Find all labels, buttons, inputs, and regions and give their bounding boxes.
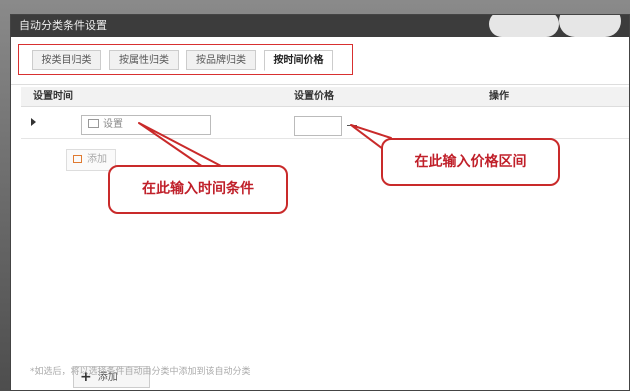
- header-set-time: 设置时间: [33, 91, 73, 102]
- time-callout-text: 在此输入时间条件: [142, 181, 254, 197]
- time-callout: 在此输入时间条件: [108, 165, 288, 214]
- dialog-titlebar: 自动分类条件设置: [11, 15, 629, 37]
- footnote: *如选后，将以选择条件自动由分类中添加到该自动分类: [30, 367, 251, 377]
- dialog-body: 按类目归类 按属性归类 按品牌归类 按时间价格 设置时间 设置价格 操作 设置 …: [11, 37, 629, 390]
- header-action: 操作: [489, 91, 509, 102]
- dialog-title: 自动分类条件设置: [19, 19, 107, 32]
- tab-by-brand[interactable]: 按品牌归类: [186, 50, 256, 70]
- set-time-label: 设置: [103, 119, 123, 130]
- tab-by-attribute[interactable]: 按属性归类: [109, 50, 179, 70]
- classification-settings-dialog: 自动分类条件设置 按类目归类 按属性归类 按品牌归类 按时间价格 设置时间 设置…: [10, 14, 630, 391]
- add-condition-button[interactable]: 添加: [66, 149, 116, 171]
- table-header: 设置时间 设置价格 操作: [21, 87, 629, 107]
- price-callout-text: 在此输入价格区间: [414, 154, 527, 170]
- blurred-control: [489, 15, 559, 37]
- set-time-button[interactable]: 设置: [81, 115, 211, 135]
- add-condition-icon: [73, 155, 82, 163]
- price-range-dash: [347, 125, 357, 126]
- add-condition-label: 添加: [87, 154, 107, 165]
- tab-bar: 按类目归类 按属性归类 按品牌归类 按时间价格: [11, 37, 629, 85]
- header-set-price: 设置价格: [294, 91, 334, 102]
- blurred-close-button[interactable]: [559, 15, 621, 37]
- tab-by-category[interactable]: 按类目归类: [32, 50, 101, 70]
- price-min-input[interactable]: [294, 116, 342, 136]
- tab-by-time-price[interactable]: 按时间价格: [264, 50, 333, 71]
- table-row: 设置: [21, 109, 629, 139]
- expand-caret-icon[interactable]: [31, 118, 36, 126]
- edit-icon: [88, 119, 99, 128]
- price-callout: 在此输入价格区间: [381, 138, 560, 186]
